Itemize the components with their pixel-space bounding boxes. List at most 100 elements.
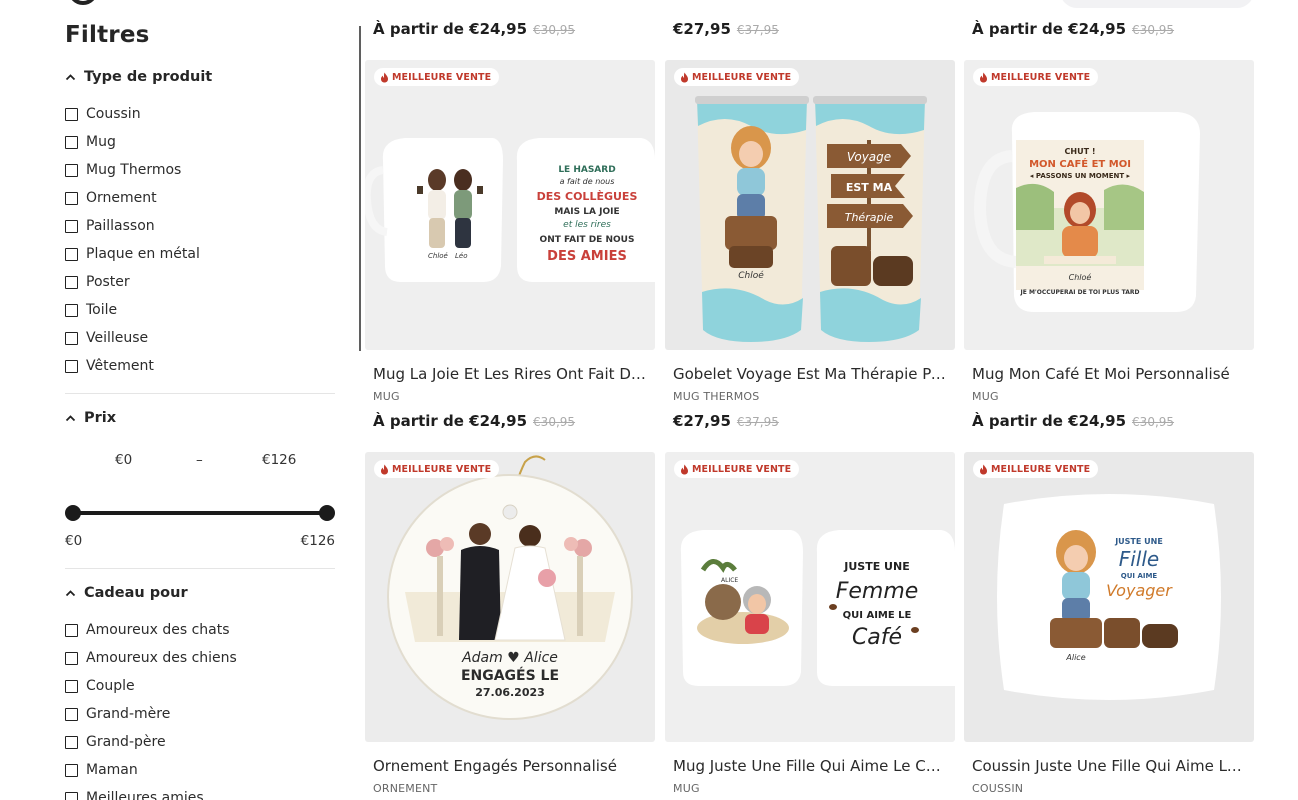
section-divider bbox=[65, 393, 335, 394]
product-title[interactable]: Mug Mon Café Et Moi Personnalisé bbox=[972, 365, 1247, 383]
svg-text:JE M'OCCUPERAI DE TOI PLUS TAR: JE M'OCCUPERAI DE TOI PLUS TARD bbox=[1020, 289, 1140, 296]
image-caption: Léo bbox=[455, 252, 468, 260]
checkbox-icon[interactable] bbox=[65, 623, 78, 637]
svg-text:a fait de nous: a fait de nous bbox=[560, 177, 615, 186]
price-range-slider[interactable] bbox=[65, 504, 335, 522]
product-image[interactable]: Alice JUSTE UNE Fille QUI AIME Voyager M… bbox=[964, 452, 1254, 742]
slider-track bbox=[72, 511, 328, 515]
checkbox-icon[interactable] bbox=[65, 791, 78, 800]
product-price: À partir de €24,95 €30,95 bbox=[972, 20, 1175, 38]
product-title[interactable]: Gobelet Voyage Est Ma Thérapie Personnal… bbox=[673, 365, 948, 383]
checkbox-icon[interactable] bbox=[65, 275, 78, 289]
product-price: €27,95 €37,95 bbox=[673, 412, 779, 430]
gift-for-toggle[interactable]: Cadeau pour bbox=[65, 585, 188, 601]
filters-sidebar: Filtres Type de produit Coussin Mug Mug … bbox=[65, 0, 335, 800]
slider-max-handle[interactable] bbox=[319, 505, 335, 521]
filter-option-grand-mere[interactable]: Grand-mère bbox=[65, 700, 237, 728]
checkbox-icon[interactable] bbox=[65, 303, 78, 317]
checkbox-icon[interactable] bbox=[65, 651, 78, 665]
product-type-toggle[interactable]: Type de produit bbox=[65, 69, 212, 85]
svg-text:Voyager: Voyager bbox=[1106, 581, 1173, 600]
bestseller-badge: MEILLEURE VENTE bbox=[674, 460, 800, 478]
product-title[interactable]: Mug La Joie Et Les Rires Ont Fait De Nou… bbox=[373, 365, 648, 383]
svg-text:MAIS LA JOIE: MAIS LA JOIE bbox=[554, 207, 619, 217]
checkbox-icon[interactable] bbox=[65, 707, 78, 721]
slider-min-handle[interactable] bbox=[65, 505, 81, 521]
price-toggle[interactable]: Prix bbox=[65, 410, 116, 426]
product-category: MUG bbox=[373, 390, 400, 403]
filter-option-poster[interactable]: Poster bbox=[65, 268, 200, 296]
flame-icon bbox=[980, 464, 987, 474]
svg-text:EST MA: EST MA bbox=[846, 181, 893, 194]
svg-text:JUSTE UNE: JUSTE UNE bbox=[843, 560, 909, 573]
gift-for-heading: Cadeau pour bbox=[84, 585, 188, 601]
filter-option-meilleures-amies[interactable]: Meilleures amies bbox=[65, 784, 237, 800]
product-image[interactable]: ALICE JUSTE UNE Femme QUI AIME LE Café M… bbox=[665, 452, 955, 742]
product-image[interactable]: Adam ♥ Alice ENGAGÉS LE 27.06.2023 MEILL… bbox=[365, 452, 655, 742]
filter-option-mug[interactable]: Mug bbox=[65, 128, 200, 156]
filter-option-grand-pere[interactable]: Grand-père bbox=[65, 728, 237, 756]
product-title[interactable]: Mug Juste Une Fille Qui Aime Le Café Per… bbox=[673, 757, 948, 775]
svg-text:DES COLLÈGUES: DES COLLÈGUES bbox=[537, 190, 638, 203]
bestseller-badge: MEILLEURE VENTE bbox=[674, 68, 800, 86]
filter-option-couple[interactable]: Couple bbox=[65, 672, 237, 700]
svg-text:Alice: Alice bbox=[1065, 653, 1085, 662]
grid-scroll-indicator bbox=[359, 26, 361, 351]
ornament-illustration: Adam ♥ Alice ENGAGÉS LE 27.06.2023 bbox=[365, 452, 655, 742]
checkbox-icon[interactable] bbox=[65, 107, 78, 121]
filter-option-mug-thermos[interactable]: Mug Thermos bbox=[65, 156, 200, 184]
bestseller-badge: MEILLEURE VENTE bbox=[374, 68, 500, 86]
svg-text:27.06.2023: 27.06.2023 bbox=[475, 686, 545, 699]
svg-text:Thérapie: Thérapie bbox=[845, 211, 894, 224]
price-min-input[interactable]: €0 bbox=[115, 452, 132, 468]
checkbox-icon[interactable] bbox=[65, 191, 78, 205]
checkbox-icon[interactable] bbox=[65, 247, 78, 261]
mug-illustration: CHUT ! MON CAFÉ ET MOI ◂ PASSONS UN MOME… bbox=[964, 60, 1254, 350]
product-price: €27,95 €37,95 bbox=[673, 20, 779, 38]
svg-text:MON CAFÉ ET MOI: MON CAFÉ ET MOI bbox=[1029, 157, 1131, 170]
svg-text:Adam ♥ Alice: Adam ♥ Alice bbox=[461, 650, 558, 666]
checkbox-icon[interactable] bbox=[65, 763, 78, 777]
checkbox-icon[interactable] bbox=[65, 735, 78, 749]
price-heading: Prix bbox=[84, 410, 117, 426]
svg-text:Femme: Femme bbox=[836, 579, 919, 604]
product-title[interactable]: Coussin Juste Une Fille Qui Aime Le Voya… bbox=[972, 757, 1247, 775]
filter-option-maman[interactable]: Maman bbox=[65, 756, 237, 784]
chevron-up-icon bbox=[65, 414, 76, 421]
filter-option-vetement[interactable]: Vêtement bbox=[65, 352, 200, 380]
checkbox-icon[interactable] bbox=[65, 163, 78, 177]
bestseller-badge: MEILLEURE VENTE bbox=[973, 460, 1099, 478]
filter-option-veilleuse[interactable]: Veilleuse bbox=[65, 324, 200, 352]
filter-option-coussin[interactable]: Coussin bbox=[65, 100, 200, 128]
product-price: À partir de €24,95 €30,95 bbox=[972, 412, 1175, 430]
svg-text:Chloé: Chloé bbox=[1069, 272, 1092, 282]
product-image[interactable]: Chloé Voyage EST MA Thérapie MEILLEURE V… bbox=[665, 60, 955, 350]
filter-option-amoureux-chiens[interactable]: Amoureux des chiens bbox=[65, 644, 237, 672]
product-category: MUG bbox=[972, 390, 999, 403]
checkbox-icon[interactable] bbox=[65, 219, 78, 233]
mug-illustration: ALICE JUSTE UNE Femme QUI AIME LE Café bbox=[665, 452, 955, 742]
checkbox-icon[interactable] bbox=[65, 331, 78, 345]
checkbox-icon[interactable] bbox=[65, 135, 78, 149]
price-max-input[interactable]: €126 bbox=[262, 452, 296, 468]
product-type-options: Coussin Mug Mug Thermos Ornement Paillas… bbox=[65, 100, 200, 380]
filter-option-toile[interactable]: Toile bbox=[65, 296, 200, 324]
product-price: À partir de €24,95 €30,95 bbox=[373, 412, 576, 430]
product-image[interactable]: Chloé Léo LE HASARD a fait de nous DES C… bbox=[365, 60, 655, 350]
svg-text:DES AMIES: DES AMIES bbox=[547, 249, 627, 264]
checkbox-icon[interactable] bbox=[65, 359, 78, 373]
filter-option-paillasson[interactable]: Paillasson bbox=[65, 212, 200, 240]
svg-text:ALICE: ALICE bbox=[721, 577, 738, 584]
search-bar[interactable] bbox=[1060, 0, 1254, 8]
filter-option-ornement[interactable]: Ornement bbox=[65, 184, 200, 212]
svg-text:ONT FAIT DE NOUS: ONT FAIT DE NOUS bbox=[540, 235, 635, 245]
checkbox-icon[interactable] bbox=[65, 679, 78, 693]
bestseller-badge: MEILLEURE VENTE bbox=[374, 460, 500, 478]
filter-option-amoureux-chats[interactable]: Amoureux des chats bbox=[65, 616, 237, 644]
product-category: MUG bbox=[673, 782, 700, 795]
product-title[interactable]: Ornement Engagés Personnalisé bbox=[373, 757, 648, 775]
filter-option-plaque-metal[interactable]: Plaque en métal bbox=[65, 240, 200, 268]
product-image[interactable]: CHUT ! MON CAFÉ ET MOI ◂ PASSONS UN MOME… bbox=[964, 60, 1254, 350]
flame-icon bbox=[681, 464, 688, 474]
svg-text:Voyage: Voyage bbox=[847, 150, 891, 164]
